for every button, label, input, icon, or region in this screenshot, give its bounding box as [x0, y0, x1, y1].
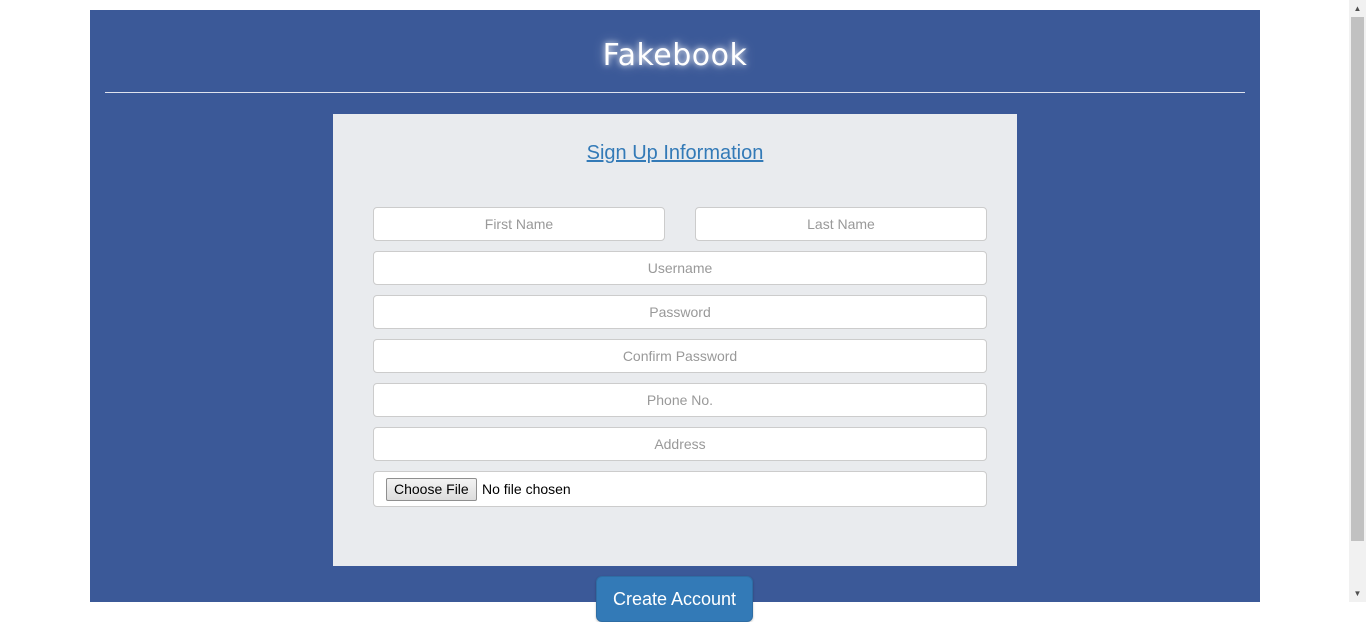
brand-logo: Fakebook	[602, 38, 748, 73]
chevron-up-icon[interactable]: ▲	[1349, 0, 1366, 17]
phone-field[interactable]	[373, 383, 987, 417]
file-status-text: No file chosen	[482, 481, 571, 497]
username-field[interactable]	[373, 251, 987, 285]
address-field[interactable]	[373, 427, 987, 461]
last-name-field[interactable]	[695, 207, 987, 241]
create-account-button[interactable]: Create Account	[596, 576, 753, 622]
header-divider	[105, 92, 1245, 93]
profile-photo-upload: Choose File No file chosen	[373, 471, 987, 507]
signup-form-card: Sign Up Information Choose File No file …	[333, 114, 1017, 566]
form-title-link[interactable]: Sign Up Information	[333, 142, 1017, 165]
choose-file-button[interactable]: Choose File	[386, 478, 477, 501]
page-container: Fakebook Sign Up Information Choose File…	[90, 10, 1260, 622]
scrollbar-thumb[interactable]	[1351, 17, 1364, 541]
vertical-scrollbar[interactable]: ▲ ▼	[1349, 0, 1366, 602]
chevron-down-icon[interactable]: ▼	[1349, 585, 1366, 602]
confirm-password-field[interactable]	[373, 339, 987, 373]
first-name-field[interactable]	[373, 207, 665, 241]
password-field[interactable]	[373, 295, 987, 329]
